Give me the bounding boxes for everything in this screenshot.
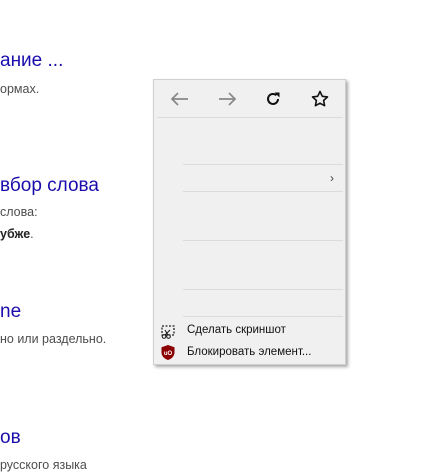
bookmark-button[interactable] — [308, 88, 332, 110]
result-snippet-bold: убже — [0, 227, 31, 241]
result-snippet: слова: — [0, 205, 38, 219]
search-result: ne но или раздельно. — [0, 301, 106, 347]
screenshot-menu-label: Сделать скриншот — [187, 324, 286, 336]
result-snippet: русского языка — [0, 458, 87, 472]
result-title-link[interactable]: ание ... — [0, 50, 63, 72]
menu-item-empty[interactable] — [154, 192, 345, 240]
block-element-menu-item[interactable]: uO Блокировать элемент... — [154, 342, 345, 364]
result-title-link[interactable]: ов — [0, 427, 87, 449]
reload-button[interactable] — [261, 88, 285, 110]
result-snippet: но или раздельно. — [0, 332, 107, 346]
forward-button[interactable] — [215, 88, 239, 110]
menu-separator — [183, 316, 343, 317]
arrow-right-icon — [219, 92, 236, 106]
result-snippet-line2: убже. — [0, 226, 99, 242]
search-result: вбор слова слова: убже. — [0, 175, 99, 242]
screenshot-icon — [160, 323, 176, 339]
menu-item-submenu[interactable]: › — [154, 165, 345, 191]
menu-item-empty[interactable] — [154, 241, 345, 289]
search-result: ание ... ормах. — [0, 50, 63, 97]
result-snippet: ормах. — [0, 82, 40, 96]
screenshot-menu-item[interactable]: Сделать скриншот — [154, 320, 345, 342]
result-snippet-after: . — [30, 227, 34, 241]
star-icon — [311, 90, 329, 107]
result-title-link[interactable]: вбор слова — [0, 175, 99, 197]
arrow-left-icon — [171, 92, 188, 106]
chevron-right-icon: › — [330, 171, 334, 185]
reload-icon — [267, 92, 280, 105]
menu-item-empty[interactable] — [154, 118, 345, 164]
result-title-link[interactable]: ne — [0, 301, 106, 323]
context-menu-nav-row — [154, 80, 345, 118]
menu-item-empty[interactable] — [154, 290, 345, 316]
search-result: ов русского языка — [0, 427, 87, 473]
ublock-icon-text: uO — [164, 351, 173, 357]
browser-context-menu: › Сделать скриншот uO Блокировать элемен… — [153, 79, 346, 365]
back-button[interactable] — [168, 88, 192, 110]
block-element-menu-label: Блокировать элемент... — [187, 346, 312, 358]
ublock-shield-icon: uO — [160, 344, 176, 360]
